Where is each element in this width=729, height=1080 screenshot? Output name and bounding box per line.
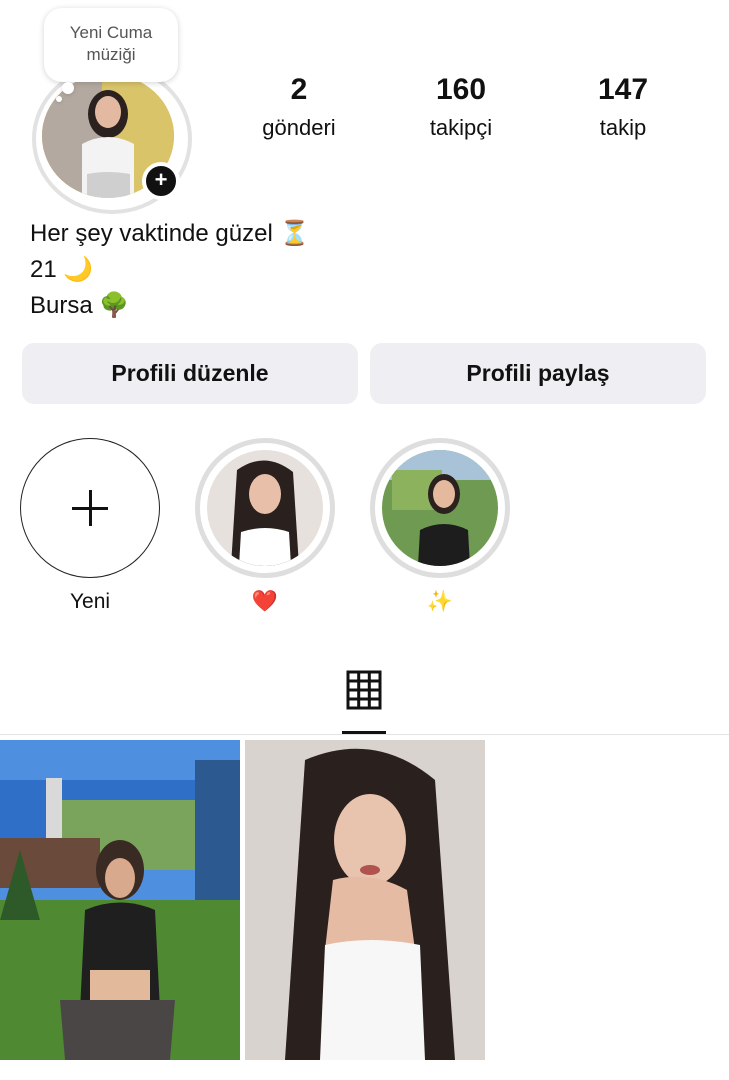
highlight-circle: [370, 438, 510, 578]
posts-count: 2: [290, 73, 308, 106]
highlight-heart[interactable]: ❤️: [195, 438, 335, 614]
bio-line: Her şey vaktinde güzel ⏳: [30, 220, 310, 247]
grid-tab[interactable]: [342, 668, 386, 732]
share-profile-button[interactable]: Profili paylaş: [370, 343, 706, 404]
highlight-thumbnail: [207, 450, 323, 566]
grid-icon: [346, 670, 382, 710]
profile-avatar[interactable]: +: [32, 64, 192, 214]
note-bubble-dot: [62, 82, 74, 94]
highlight-label: Yeni: [69, 590, 111, 613]
highlight-sparkles[interactable]: ✨: [370, 438, 510, 614]
plus-icon: [72, 490, 108, 526]
note-bubble[interactable]: Yeni Cuma müziği: [44, 8, 178, 82]
add-story-plus-icon[interactable]: +: [142, 162, 180, 200]
posts-label: gönderi: [262, 115, 336, 140]
bio-line: 21 🌙: [30, 256, 94, 283]
tab-divider: [0, 734, 729, 735]
note-text: Yeni Cuma müziği: [69, 23, 153, 64]
followers-label: takipçi: [429, 115, 493, 140]
stat-posts[interactable]: 2 gönderi: [229, 72, 369, 142]
stat-following[interactable]: 147 takip: [553, 72, 693, 142]
followers-count: 160: [435, 73, 487, 106]
stat-followers[interactable]: 160 takipçi: [391, 72, 531, 142]
highlight-new[interactable]: Yeni: [20, 438, 160, 614]
following-label: takip: [599, 115, 647, 140]
new-highlight-circle: [20, 438, 160, 578]
highlight-label: ❤️: [251, 590, 279, 613]
highlight-circle: [195, 438, 335, 578]
edit-profile-button[interactable]: Profili düzenle: [22, 343, 358, 404]
following-count: 147: [597, 73, 649, 106]
note-bubble-dot-small: [56, 96, 62, 102]
highlight-thumbnail: [382, 450, 498, 566]
profile-bio: Her şey vaktinde güzel ⏳ 21 🌙 Bursa 🌳: [30, 216, 309, 324]
post-thumbnail[interactable]: [0, 740, 240, 1060]
highlight-label: ✨: [426, 590, 454, 613]
post-thumbnail[interactable]: [245, 740, 485, 1060]
bio-line: Bursa 🌳: [30, 292, 130, 319]
